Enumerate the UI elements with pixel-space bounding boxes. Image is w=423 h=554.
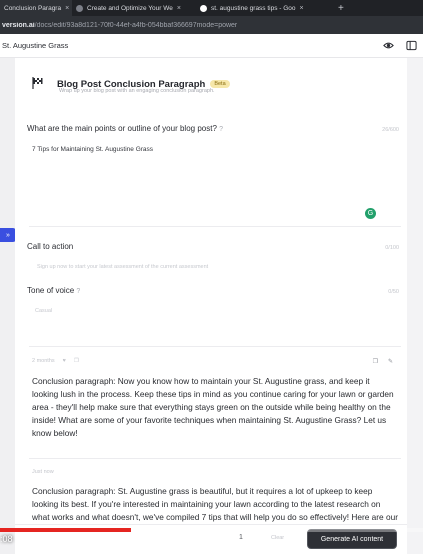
close-tab-icon[interactable]: ×: [65, 5, 69, 12]
cta-label: Call to action: [27, 242, 74, 251]
browser-tab-conclusion[interactable]: Conclusion Paragra ×: [0, 0, 72, 16]
url-path: /docs/edit/93a8d121-70f0-44ef-a4fb-054bb…: [34, 21, 238, 29]
flag-icon: [29, 74, 47, 92]
copy-icon[interactable]: ❐: [373, 358, 378, 365]
output-meta: Just now: [32, 469, 54, 475]
output-actions: ❐ ✎: [373, 358, 393, 365]
outline-input[interactable]: 7 Tips for Maintaining St. Augustine Gra…: [32, 146, 153, 153]
divider: [29, 226, 401, 227]
cta-counter: 0/100: [385, 245, 399, 251]
page-number: 1: [239, 534, 243, 541]
panel-toggle-icon[interactable]: [406, 40, 417, 51]
output-timestamp: 2 months: [32, 358, 55, 364]
app-header: St. Augustine Grass: [0, 34, 423, 58]
tone-counter: 0/50: [388, 289, 399, 295]
favicon-icon: [76, 4, 83, 12]
copy-icon[interactable]: ❐: [74, 358, 79, 364]
help-icon[interactable]: ?: [76, 288, 80, 295]
pin-icon[interactable]: ✎: [388, 358, 393, 365]
sidebar-collapse-button[interactable]: »: [0, 228, 16, 242]
tab-label: Create and Optimize Your We: [87, 4, 173, 12]
tab-label: st. augustine grass tips - Goo: [211, 4, 296, 12]
generate-button[interactable]: Generate AI content: [307, 529, 397, 549]
clear-button[interactable]: Clear: [271, 535, 284, 541]
url-domain: version.ai: [2, 21, 35, 29]
heart-icon[interactable]: ♥: [63, 358, 66, 364]
tone-input[interactable]: Casual: [35, 308, 52, 314]
google-icon: [200, 4, 207, 12]
video-progress-bar[interactable]: [0, 528, 423, 532]
help-icon[interactable]: ?: [219, 126, 223, 133]
beta-badge: Beta: [210, 80, 230, 88]
grammarly-icon[interactable]: G: [365, 208, 376, 219]
url-text[interactable]: version.ai/docs/edit/93a8d121-70f0-44ef-…: [2, 22, 237, 29]
outline-counter: 26/600: [382, 127, 399, 133]
address-bar[interactable]: version.ai/docs/edit/93a8d121-70f0-44ef-…: [0, 16, 423, 34]
video-time: :08: [0, 534, 13, 544]
divider: [29, 346, 401, 347]
browser-tab-google[interactable]: st. augustine grass tips - Goo ×: [196, 0, 332, 16]
browser-tab-bar: Conclusion Paragra × Create and Optimize…: [0, 0, 423, 16]
video-progress-fill: [0, 528, 132, 532]
browser-tab-optimize[interactable]: Create and Optimize Your We ×: [72, 0, 196, 16]
tab-label: Conclusion Paragra: [4, 4, 62, 12]
cta-input[interactable]: Sign up now to start your latest assessm…: [37, 264, 208, 270]
tone-label: Tone of voice ?: [27, 286, 80, 295]
eye-icon[interactable]: [383, 40, 394, 51]
output-meta: 2 months ♥ ❐: [32, 358, 79, 364]
tool-subtitle: Wrap up your blog post with an engaging …: [59, 88, 215, 94]
outline-label: What are the main points or outline of y…: [27, 124, 223, 133]
document-title[interactable]: St. Augustine Grass: [2, 41, 68, 50]
app-window: St. Augustine Grass » Blog Post Conclusi…: [0, 34, 423, 554]
output-timestamp: Just now: [32, 469, 54, 475]
outline-label-text: What are the main points or outline of y…: [27, 124, 217, 133]
left-sidebar: »: [0, 58, 16, 554]
divider: [29, 458, 401, 459]
tone-label-text: Tone of voice: [27, 286, 75, 295]
new-tab-button[interactable]: +: [332, 3, 350, 14]
scrollbar-track[interactable]: [407, 58, 423, 554]
editor-panel: Blog Post Conclusion Paragraph Beta Wrap …: [15, 58, 407, 554]
close-tab-icon[interactable]: ×: [300, 5, 304, 12]
close-tab-icon[interactable]: ×: [177, 5, 181, 12]
output-text[interactable]: Conclusion paragraph: Now you know how t…: [32, 375, 398, 440]
